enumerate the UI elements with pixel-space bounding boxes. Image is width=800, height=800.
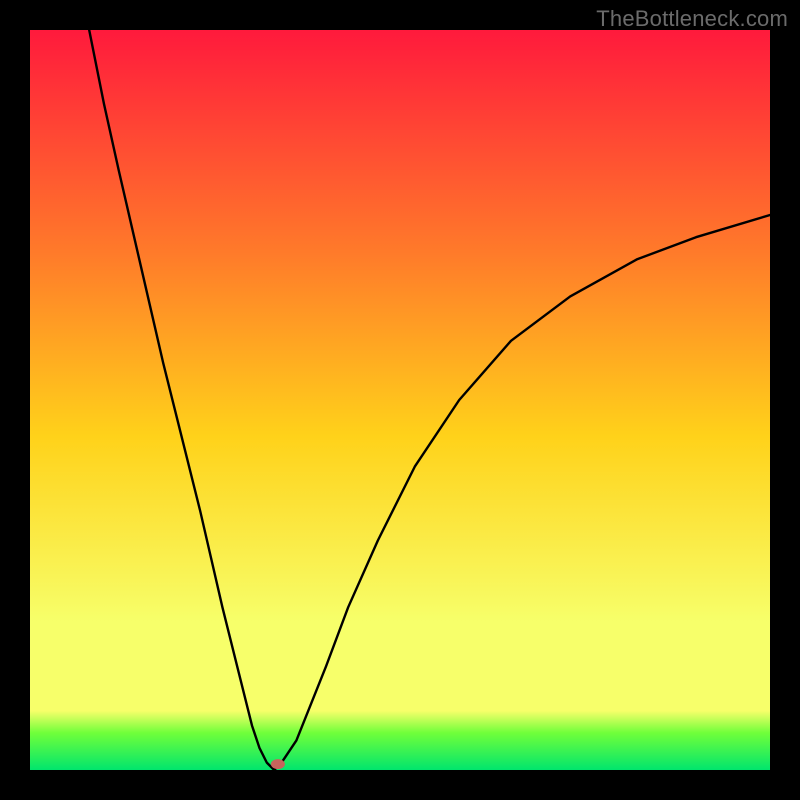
curve-layer [30, 30, 770, 770]
plot-area [30, 30, 770, 770]
chart-frame: TheBottleneck.com [0, 0, 800, 800]
optimum-marker [271, 759, 285, 769]
bottleneck-curve [89, 30, 770, 770]
watermark-text: TheBottleneck.com [596, 6, 788, 32]
